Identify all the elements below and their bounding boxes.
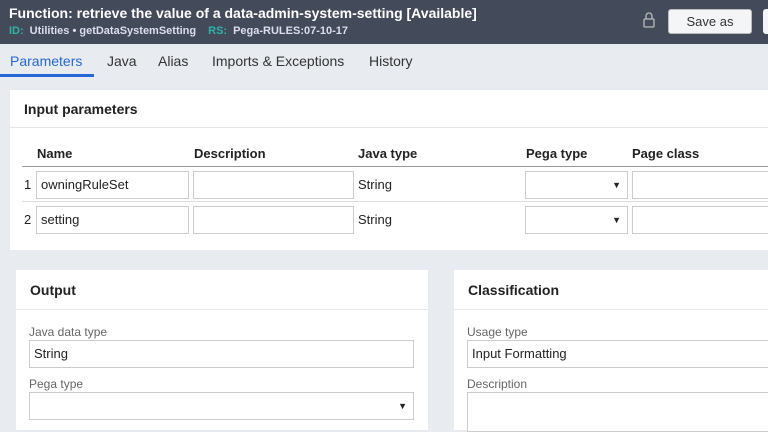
input-parameters-title: Input parameters: [10, 90, 768, 128]
rs-value: Pega-RULES:07-10-17: [233, 25, 349, 37]
java-type-value: String: [358, 177, 392, 192]
description-textarea[interactable]: [467, 392, 768, 432]
output-pega-type-select[interactable]: ▼: [29, 392, 414, 420]
rule-title: Function: retrieve the value of a data-a…: [9, 5, 477, 21]
param-name-input[interactable]: setting: [36, 206, 189, 234]
page-class-input[interactable]: [632, 206, 768, 234]
row-divider: [22, 201, 768, 202]
pega-type-label: Pega type: [29, 377, 84, 391]
tab-alias[interactable]: Alias: [158, 53, 188, 69]
table-header-divider: [22, 166, 768, 167]
save-as-button[interactable]: Save as: [668, 9, 752, 34]
chevron-down-icon: ▼: [612, 215, 621, 225]
java-data-type-input[interactable]: String: [29, 340, 414, 368]
usage-type-label: Usage type: [467, 325, 528, 339]
tab-imports-exceptions[interactable]: Imports & Exceptions: [212, 53, 344, 69]
description-label: Description: [467, 377, 528, 391]
col-pega-type: Pega type: [526, 146, 588, 161]
rs-label: RS:: [208, 25, 228, 37]
chevron-down-icon: ▼: [612, 180, 621, 190]
col-name: Name: [37, 146, 73, 161]
page-class-input[interactable]: [632, 171, 768, 199]
java-type-value: String: [358, 212, 392, 227]
active-tab-indicator: [0, 74, 94, 77]
usage-type-select[interactable]: Input Formatting: [467, 340, 768, 368]
chevron-down-icon: ▼: [398, 401, 407, 411]
rule-id-line: ID: Utilities • getDataSystemSetting RS: Pe…: [9, 25, 348, 37]
param-description-input[interactable]: [193, 171, 354, 199]
param-description-input[interactable]: [193, 206, 354, 234]
pega-type-select[interactable]: ▼: [525, 206, 628, 234]
output-title: Output: [16, 270, 428, 310]
java-data-type-label: Java data type: [29, 325, 108, 339]
pega-type-select[interactable]: ▼: [525, 171, 628, 199]
row-number: 2: [24, 212, 32, 227]
lock-icon: [643, 12, 655, 28]
col-description: Description: [194, 146, 266, 161]
id-label: ID:: [9, 25, 24, 37]
classification-title: Classification: [454, 270, 768, 310]
rule-header: Function: retrieve the value of a data-a…: [0, 0, 768, 44]
output-panel: Output Java data type String Pega type ▼: [16, 270, 428, 430]
tab-history[interactable]: History: [369, 53, 413, 69]
save-button[interactable]: [763, 9, 768, 34]
col-page-class: Page class: [632, 146, 700, 161]
param-name-input[interactable]: owningRuleSet: [36, 171, 189, 199]
tab-java[interactable]: Java: [107, 53, 137, 69]
tab-parameters[interactable]: Parameters: [10, 53, 82, 69]
tab-bar: Parameters Java Alias Imports & Exceptio…: [0, 44, 768, 77]
col-java-type: Java type: [358, 146, 418, 161]
classification-panel: Classification Usage type Input Formatti…: [454, 270, 768, 432]
row-number: 1: [24, 177, 32, 192]
id-value: Utilities • getDataSystemSetting: [29, 25, 197, 37]
